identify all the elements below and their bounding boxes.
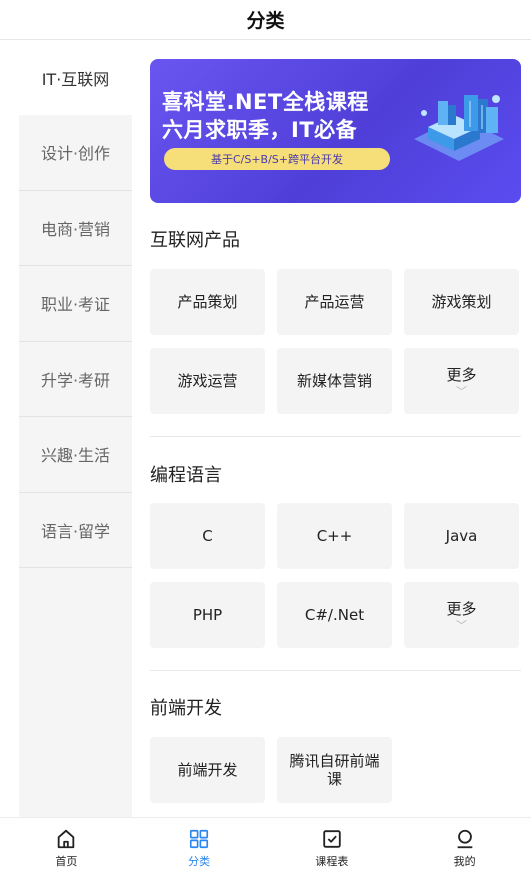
tile-label: 游戏策划 [431,293,492,311]
tile-label: PHP [192,606,223,624]
sidebar-item-label: 职业·考证 [40,295,111,315]
tab-label: 分类 [188,855,211,868]
promo-banner[interactable]: 喜科堂.NET全栈课程 六月求职季，IT必备 基于C/S+B/S+跨平台开发 [150,59,521,203]
tile-label: 新媒体营销 [296,372,372,390]
chevron-down-icon: ﹀ [456,384,467,398]
page-title: 分类 [246,10,285,32]
sidebar-item-design[interactable]: 设计·创作 [19,115,132,191]
more-button[interactable]: 更多 ﹀ [404,348,519,414]
tile-label: 产品运营 [304,293,365,311]
sidebar-item-ecommerce[interactable]: 电商·营销 [19,191,132,266]
sidebar-item-label: 升学·考研 [40,370,111,390]
profile-icon [457,829,472,849]
more-label: 更多 [446,365,477,384]
tab-label: 首页 [55,855,78,868]
subcategory-java[interactable]: Java [404,503,519,569]
banner-pill: 基于C/S+B/S+跨平台开发 [164,148,390,170]
section-divider [150,436,521,437]
chevron-down-icon: ﹀ [456,618,467,632]
sidebar-item-language[interactable]: 语言·留学 [19,493,132,568]
section-title-internet-product: 互联网产品 [150,230,240,251]
sidebar-item-hobby[interactable]: 兴趣·生活 [19,417,132,493]
subcategory-php[interactable]: PHP [150,582,265,648]
tab-schedule[interactable]: 课程表 [266,818,399,879]
subcategory-game-operations[interactable]: 游戏运营 [150,348,265,414]
subcategory-cpp[interactable]: C++ [277,503,392,569]
category-icon [190,829,209,849]
sidebar-item-label: 设计·创作 [40,144,111,164]
top-bar: 分类 [0,0,531,40]
sidebar-item-label: IT·互联网 [41,69,110,89]
bottom-tab-bar: 首页 分类 课程表 我的 [0,817,531,879]
sidebar-item-label: 电商·营销 [40,219,111,239]
sidebar-item-label: 语言·留学 [40,521,111,541]
tile-label: 产品策划 [177,293,238,311]
tab-label: 我的 [453,855,476,868]
section-divider [150,670,521,671]
section-title-programming-language: 编程语言 [150,465,222,486]
category-sidebar: IT·互联网 设计·创作 电商·营销 职业·考证 升学·考研 兴趣·生活 语言·… [19,40,132,817]
tile-label: 腾讯自研前端课 [289,752,380,788]
subcategory-new-media-marketing[interactable]: 新媒体营销 [277,348,392,414]
sidebar-item-label: 兴趣·生活 [40,446,111,466]
subcategory-tencent-frontend-course[interactable]: 腾讯自研前端课 [277,737,392,803]
tile-label: C [202,527,213,545]
subcategory-frontend-dev[interactable]: 前端开发 [150,737,265,803]
tile-label: C++ [316,527,353,545]
subcategory-c[interactable]: C [150,503,265,569]
tile-label: C#/.Net [304,606,365,624]
server-illustration-icon [414,95,504,161]
tile-label: 前端开发 [177,761,238,779]
sidebar-item-career[interactable]: 职业·考证 [19,266,132,342]
section-title-frontend: 前端开发 [150,698,222,719]
tab-home[interactable]: 首页 [0,818,133,879]
tile-label: Java [445,527,478,545]
tile-label: 游戏运营 [177,372,238,390]
sidebar-item-exam[interactable]: 升学·考研 [19,342,132,417]
sidebar-item-it-internet[interactable]: IT·互联网 [19,40,132,115]
more-button[interactable]: 更多 ﹀ [404,582,519,648]
tab-label: 课程表 [315,855,349,868]
subcategory-product-operations[interactable]: 产品运营 [277,269,392,335]
home-icon [58,829,75,849]
banner-subheadline: 六月求职季，IT必备 [162,118,358,142]
tab-category[interactable]: 分类 [133,818,266,879]
subcategory-csharp-dotnet[interactable]: C#/.Net [277,582,392,648]
category-content: 喜科堂.NET全栈课程 六月求职季，IT必备 基于C/S+B/S+跨平台开发 互… [132,40,531,817]
banner-headline: 喜科堂.NET全栈课程 [162,90,369,114]
schedule-icon [323,830,341,848]
more-label: 更多 [446,599,477,618]
subcategory-game-planning[interactable]: 游戏策划 [404,269,519,335]
subcategory-product-planning[interactable]: 产品策划 [150,269,265,335]
tab-profile[interactable]: 我的 [398,818,531,879]
